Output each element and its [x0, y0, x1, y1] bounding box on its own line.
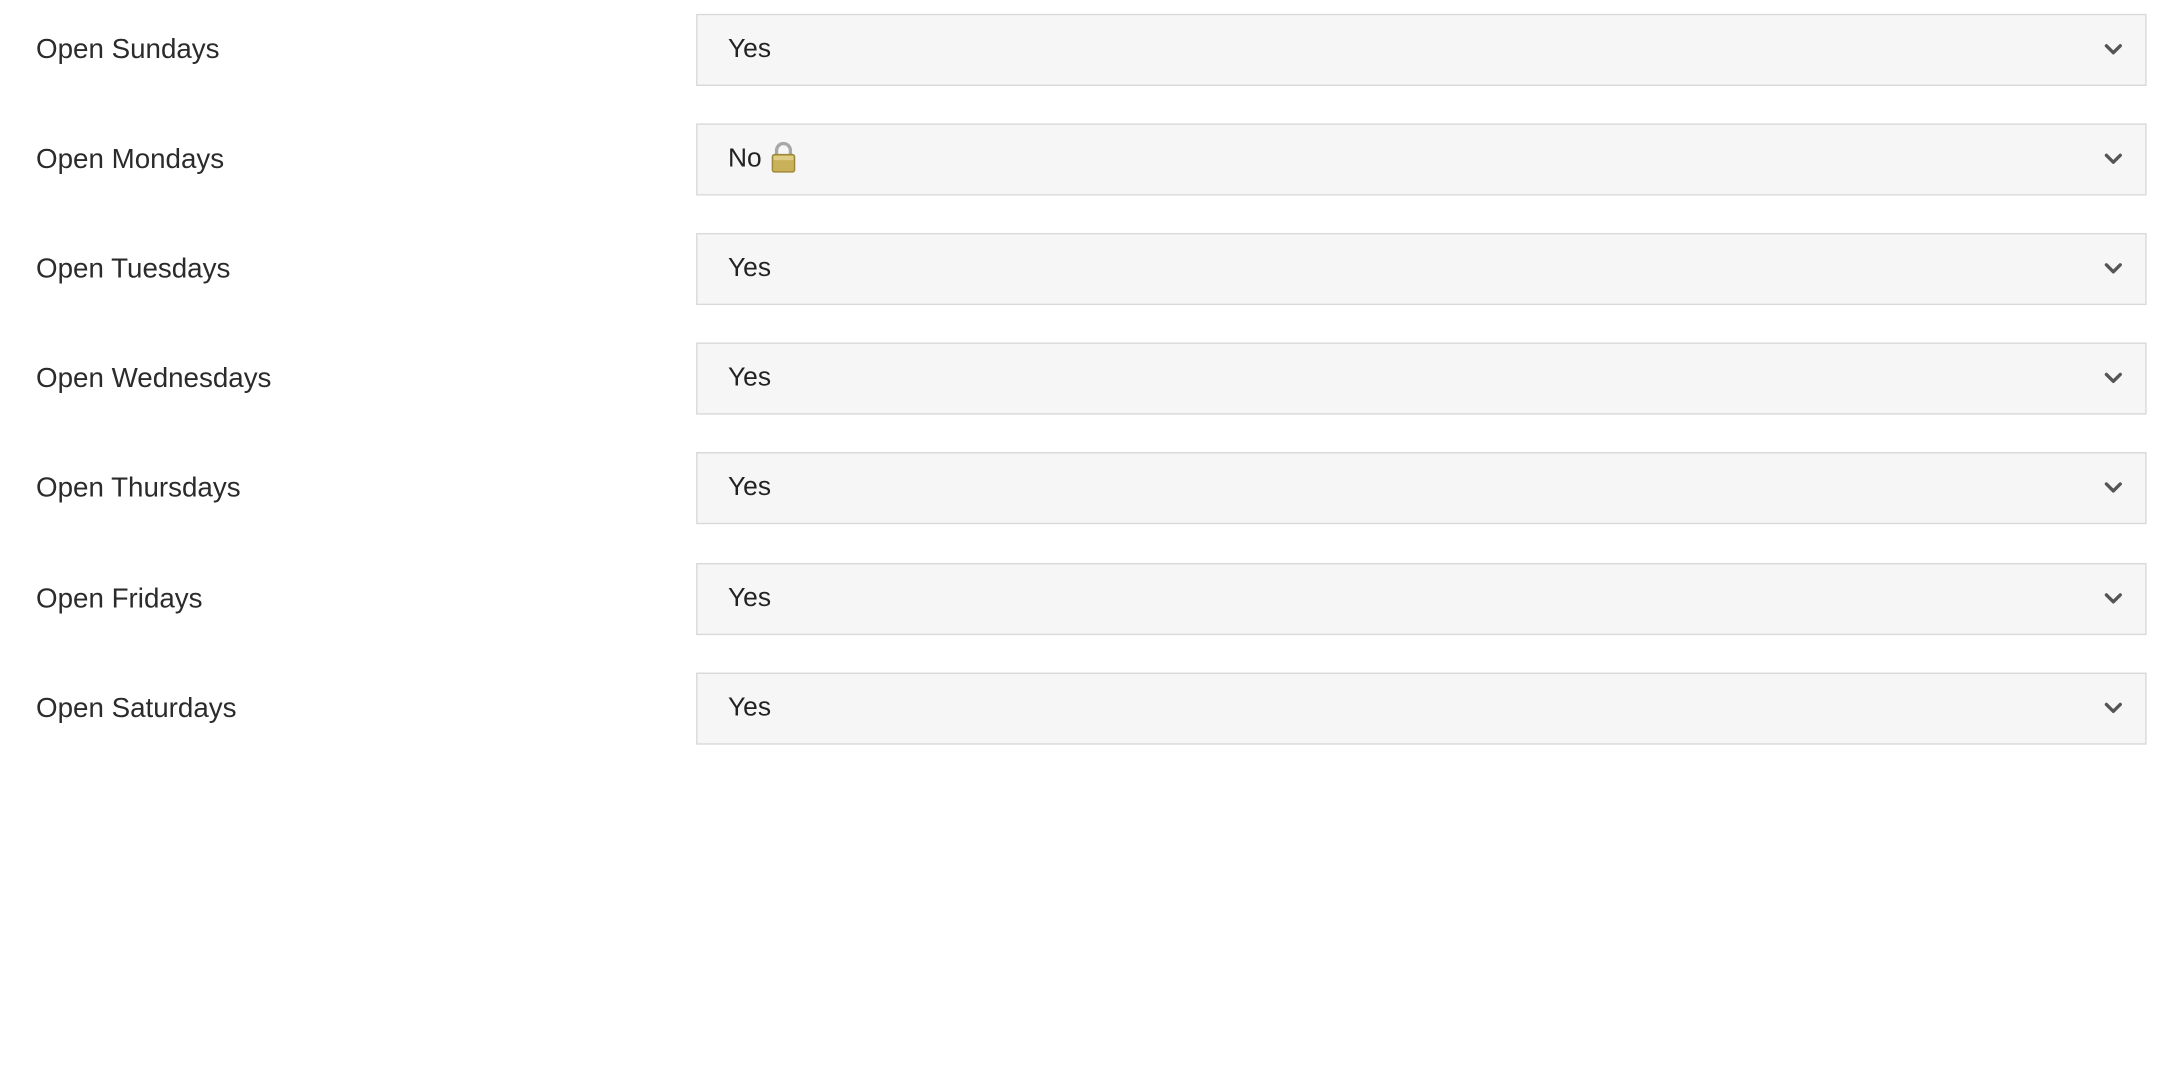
field-label: Open Fridays [36, 583, 203, 615]
opening-days-form: Open Sundays Yes Open Mondays No Open Tu… [0, 0, 2174, 1068]
select-value: Yes [728, 583, 772, 613]
select-value: Yes [728, 472, 772, 502]
field-row-fridays: Open Fridays Yes [0, 563, 2174, 636]
select-open-tuesdays[interactable]: Yes [696, 232, 2147, 306]
lock-icon [772, 141, 796, 173]
field-label: Open Tuesdays [36, 253, 231, 285]
select-value: Yes [728, 363, 772, 393]
select-open-wednesdays[interactable]: Yes [696, 342, 2147, 415]
field-label: Open Thursdays [36, 472, 241, 504]
chevron-down-icon [2104, 482, 2122, 493]
field-row-saturdays: Open Saturdays Yes [0, 672, 2174, 745]
select-open-sundays[interactable]: Yes [696, 13, 2147, 86]
select-value: Yes [728, 253, 772, 283]
select-value: Yes [728, 34, 772, 64]
field-label: Open Wednesdays [36, 363, 272, 394]
chevron-down-icon [2104, 44, 2122, 55]
chevron-down-icon [2104, 372, 2122, 384]
select-value: No [728, 144, 762, 174]
chevron-down-icon [2104, 593, 2122, 604]
field-row-mondays: Open Mondays No [0, 123, 2174, 196]
chevron-down-icon [2104, 153, 2122, 164]
chevron-down-icon [2104, 702, 2122, 714]
chevron-down-icon [2104, 263, 2122, 274]
field-label: Open Sundays [36, 34, 220, 66]
field-row-tuesdays: Open Tuesdays Yes [0, 232, 2174, 306]
select-open-thursdays[interactable]: Yes [696, 452, 2147, 525]
field-label: Open Mondays [36, 144, 225, 175]
field-label: Open Saturdays [36, 693, 237, 724]
select-open-mondays[interactable]: No [696, 123, 2147, 196]
field-row-thursdays: Open Thursdays Yes [0, 452, 2174, 525]
select-open-saturdays[interactable]: Yes [696, 672, 2147, 745]
select-value-wrapper: No [728, 125, 798, 194]
field-row-sundays: Open Sundays Yes [0, 13, 2174, 86]
select-open-fridays[interactable]: Yes [696, 563, 2147, 636]
select-value: Yes [728, 693, 772, 723]
field-row-wednesdays: Open Wednesdays Yes [0, 342, 2174, 415]
